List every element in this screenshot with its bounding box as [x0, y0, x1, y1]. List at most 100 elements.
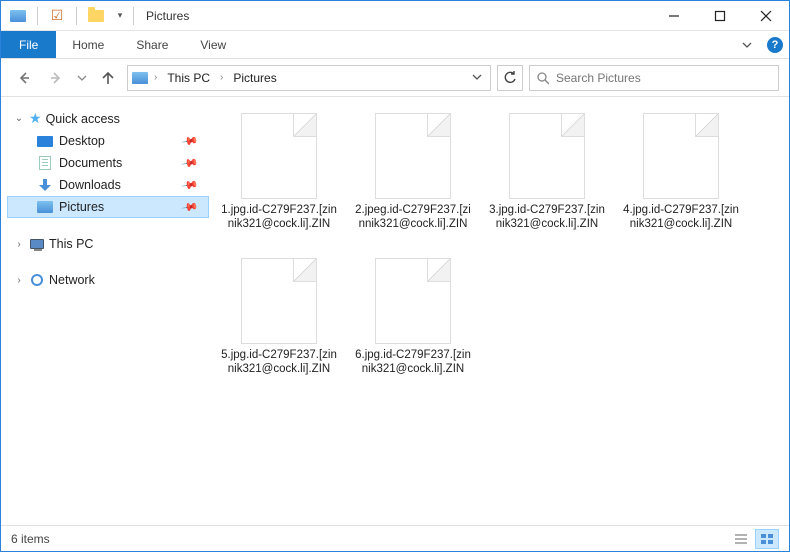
tab-view[interactable]: View [184, 31, 242, 58]
window-title: Pictures [146, 9, 189, 23]
details-view-button[interactable] [729, 529, 753, 549]
sidebar-quick-access[interactable]: ⌄ ★ Quick access [7, 107, 209, 130]
item-count: 6 items [11, 532, 50, 546]
breadcrumb-pictures[interactable]: Pictures [229, 69, 280, 87]
location-icon [132, 71, 148, 85]
chevron-down-icon: ⌄ [13, 113, 25, 124]
search-box[interactable] [529, 65, 779, 91]
qat-properties-icon[interactable]: ☑ [48, 7, 66, 25]
refresh-button[interactable] [497, 65, 523, 91]
file-name: 3.jpg.id-C279F237.[zinnik321@cock.li].ZI… [487, 203, 607, 232]
network-icon [29, 273, 45, 287]
close-button[interactable] [743, 1, 789, 31]
file-item[interactable]: 6.jpg.id-C279F237.[zinnik321@cock.li].ZI… [351, 254, 475, 381]
up-button[interactable] [95, 65, 121, 91]
chevron-down-icon [77, 73, 87, 83]
file-thumbnail-icon [375, 258, 451, 344]
help-button[interactable]: ? [761, 31, 789, 58]
sidebar-item-documents[interactable]: Documents 📌 [7, 152, 209, 174]
address-bar[interactable]: › This PC › Pictures [127, 65, 491, 91]
maximize-icon [714, 10, 726, 22]
sidebar-item-label: Pictures [59, 200, 104, 214]
tab-home[interactable]: Home [56, 31, 120, 58]
minimize-button[interactable] [651, 1, 697, 31]
thumbnails-view-button[interactable] [755, 529, 779, 549]
breadcrumb-this-pc[interactable]: This PC [163, 69, 214, 87]
this-pc-group: › This PC [7, 234, 209, 254]
details-view-icon [734, 533, 748, 545]
sidebar-item-downloads[interactable]: Downloads 📌 [7, 174, 209, 196]
separator [133, 7, 134, 25]
pc-icon [29, 237, 45, 251]
file-name: 1.jpg.id-C279F237.[zinnik321@cock.li].ZI… [219, 203, 339, 232]
chevron-right-icon: › [13, 275, 25, 286]
chevron-right-icon[interactable]: › [152, 72, 159, 83]
quick-access-label: Quick access [46, 112, 120, 126]
minimize-icon [668, 10, 680, 22]
file-item[interactable]: 3.jpg.id-C279F237.[zinnik321@cock.li].ZI… [485, 109, 609, 236]
pin-icon: 📌 [181, 154, 200, 173]
separator [37, 7, 38, 25]
chevron-right-icon[interactable]: › [218, 72, 225, 83]
pin-icon: 📌 [181, 132, 200, 151]
file-thumbnail-icon [643, 113, 719, 199]
tab-share[interactable]: Share [120, 31, 184, 58]
sidebar-item-pictures[interactable]: Pictures 📌 [7, 196, 209, 218]
downloads-icon [37, 178, 53, 192]
file-item[interactable]: 5.jpg.id-C279F237.[zinnik321@cock.li].ZI… [217, 254, 341, 381]
forward-button[interactable] [43, 65, 69, 91]
documents-icon [37, 156, 53, 170]
file-name: 4.jpg.id-C279F237.[zinnik321@cock.li].ZI… [621, 203, 741, 232]
file-name: 5.jpg.id-C279F237.[zinnik321@cock.li].ZI… [219, 348, 339, 377]
status-bar: 6 items [1, 525, 789, 551]
desktop-icon [37, 134, 53, 148]
ribbon-expand-button[interactable] [733, 31, 761, 58]
file-view[interactable]: 1.jpg.id-C279F237.[zinnik321@cock.li].ZI… [209, 97, 789, 525]
recent-locations-button[interactable] [75, 65, 89, 91]
help-icon: ? [767, 37, 783, 53]
quick-access-toolbar: ☑ ▾ [1, 7, 129, 25]
arrow-left-icon [16, 70, 32, 86]
file-item[interactable]: 4.jpg.id-C279F237.[zinnik321@cock.li].ZI… [619, 109, 743, 236]
network-label: Network [49, 273, 95, 287]
file-tab[interactable]: File [1, 31, 56, 58]
sidebar-item-label: Documents [59, 156, 122, 170]
sidebar-this-pc[interactable]: › This PC [7, 234, 209, 254]
sidebar-item-label: Downloads [59, 178, 121, 192]
arrow-up-icon [100, 70, 116, 86]
file-item[interactable]: 2.jpeg.id-C279F237.[zinnik321@cock.li].Z… [351, 109, 475, 236]
chevron-down-icon [472, 72, 482, 82]
separator [76, 7, 77, 25]
ribbon-tabs: File Home Share View ? [1, 31, 789, 59]
pictures-icon [37, 200, 53, 214]
file-grid: 1.jpg.id-C279F237.[zinnik321@cock.li].ZI… [217, 109, 781, 381]
file-name: 6.jpg.id-C279F237.[zinnik321@cock.li].ZI… [353, 348, 473, 377]
sidebar-network[interactable]: › Network [7, 270, 209, 290]
search-icon [536, 71, 550, 85]
navigation-pane: ⌄ ★ Quick access Desktop 📌 Documents 📌 D… [1, 97, 209, 525]
qat-new-folder-icon[interactable] [87, 7, 105, 25]
file-item[interactable]: 1.jpg.id-C279F237.[zinnik321@cock.li].ZI… [217, 109, 341, 236]
maximize-button[interactable] [697, 1, 743, 31]
search-input[interactable] [556, 71, 772, 85]
window-controls [651, 1, 789, 31]
navigation-bar: › This PC › Pictures [1, 59, 789, 97]
qat-dropdown-icon[interactable]: ▾ [111, 7, 129, 25]
pin-icon: 📌 [181, 176, 200, 195]
sidebar-item-desktop[interactable]: Desktop 📌 [7, 130, 209, 152]
file-thumbnail-icon [509, 113, 585, 199]
close-icon [760, 10, 772, 22]
network-group: › Network [7, 270, 209, 290]
refresh-icon [503, 71, 517, 85]
chevron-right-icon: › [13, 239, 25, 250]
file-thumbnail-icon [241, 113, 317, 199]
address-dropdown-button[interactable] [468, 71, 486, 85]
thumbnails-view-icon [760, 533, 774, 545]
back-button[interactable] [11, 65, 37, 91]
sidebar-item-label: Desktop [59, 134, 105, 148]
explorer-window: ☑ ▾ Pictures File Home Share View [0, 0, 790, 552]
file-thumbnail-icon [375, 113, 451, 199]
arrow-right-icon [48, 70, 64, 86]
explorer-app-icon [9, 7, 27, 25]
star-icon: ★ [29, 110, 42, 127]
